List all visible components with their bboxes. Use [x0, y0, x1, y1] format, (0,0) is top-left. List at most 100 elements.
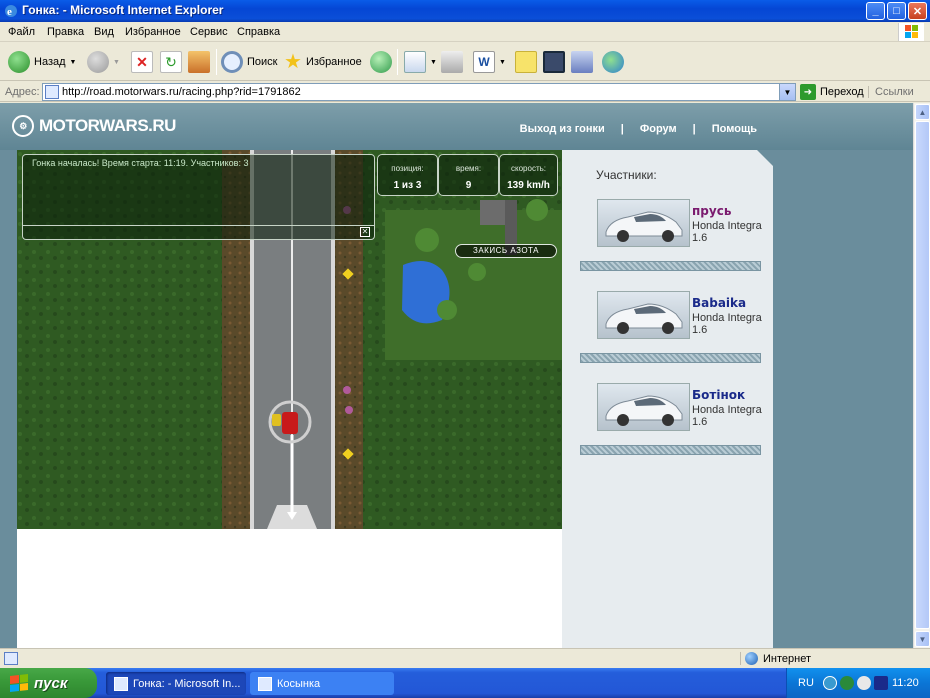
speed-label: скорость:	[511, 164, 546, 173]
nav-separator: |	[692, 123, 696, 135]
research-button[interactable]	[571, 50, 593, 74]
address-label: Адрес:	[5, 86, 40, 98]
back-label: Назад	[34, 56, 66, 68]
chevron-down-icon: ▼	[113, 58, 120, 66]
content-blank-area	[17, 529, 562, 648]
taskbar-item-ie[interactable]: Гонка: - Microsoft In...	[106, 672, 246, 695]
antivirus-icon[interactable]	[840, 676, 854, 690]
chat-divider	[23, 225, 374, 226]
menu-file[interactable]: Файл	[8, 26, 35, 38]
page-icon	[45, 85, 59, 99]
favorites-button[interactable]: ★ Избранное	[284, 50, 362, 74]
window-title-bar[interactable]: e Гонка: - Microsoft Internet Explorer _…	[0, 0, 930, 22]
menu-favorites[interactable]: Избранное	[125, 26, 181, 38]
participant-car-model: Honda Integra 1.6	[692, 404, 762, 428]
nav-help[interactable]: Помощь	[712, 123, 757, 135]
menu-view[interactable]: Вид	[94, 26, 114, 38]
page-status-icon	[4, 652, 18, 665]
speed-stat: скорость: 139 km/h	[499, 154, 558, 196]
stop-button[interactable]: ✕	[131, 50, 153, 74]
participant-divider	[580, 445, 761, 455]
windows-flag-icon	[10, 674, 28, 692]
minimize-button[interactable]: _	[866, 2, 885, 20]
participants-title: Участники:	[596, 168, 657, 182]
forward-button[interactable]: ▼	[87, 50, 120, 74]
maximize-button[interactable]: □	[887, 2, 906, 20]
race-chat-panel: Гонка началась! Время старта: 11:19. Уча…	[22, 154, 375, 240]
search-button[interactable]: Поиск	[221, 50, 277, 74]
start-button[interactable]: пуск	[0, 668, 97, 698]
page-viewport: ⚙ MOTORWARS.RU Выход из гонки | Форум | …	[0, 103, 913, 648]
menu-help[interactable]: Справка	[237, 26, 280, 38]
car-thumbnail	[597, 291, 690, 339]
print-button[interactable]	[441, 50, 463, 74]
discuss-button[interactable]	[515, 50, 537, 74]
panel-corner-notch	[757, 150, 773, 166]
time-label: время:	[455, 164, 482, 173]
scroll-down-icon[interactable]: ▼	[915, 631, 930, 647]
go-button[interactable]: ➜ Переход	[800, 84, 864, 100]
word-icon: W	[473, 51, 495, 73]
race-game-canvas[interactable]: Гонка началась! Время старта: 11:19. Уча…	[17, 150, 562, 529]
car-thumbnail	[597, 383, 690, 431]
globe-icon	[745, 652, 758, 665]
refresh-button[interactable]: ↻	[160, 50, 182, 74]
nav-exit-race[interactable]: Выход из гонки	[520, 123, 605, 135]
edit-button[interactable]: W ▼	[473, 50, 506, 74]
home-button[interactable]	[188, 50, 210, 74]
go-label: Переход	[820, 86, 864, 98]
media-button[interactable]	[543, 50, 565, 74]
participant-name[interactable]: Ботiнок	[692, 388, 745, 402]
windows-logo-icon	[898, 23, 924, 41]
logo-wheel-icon: ⚙	[12, 115, 34, 137]
window-title: Гонка: - Microsoft Internet Explorer	[22, 3, 224, 17]
language-indicator[interactable]: RU	[798, 677, 814, 689]
chevron-down-icon[interactable]: ▼	[779, 84, 795, 100]
mail-icon	[404, 51, 426, 73]
menu-tools[interactable]: Сервис	[190, 26, 228, 38]
status-bar: Интернет	[0, 648, 930, 668]
vertical-scrollbar[interactable]: ▲ ▼	[913, 103, 930, 648]
participant-divider	[580, 353, 761, 363]
clock: 11:20	[892, 677, 919, 689]
mail-button[interactable]: ▼	[404, 50, 437, 74]
close-icon[interactable]: ✕	[360, 227, 370, 237]
history-button[interactable]	[370, 50, 392, 74]
time-value: 9	[465, 180, 472, 191]
participant-name[interactable]: прусь	[692, 204, 731, 218]
taskbar: пуск Гонка: - Microsoft In... Косынка RU…	[0, 668, 930, 698]
messenger-icon[interactable]	[857, 676, 871, 690]
participant-card: Babaika Honda Integra 1.6	[597, 291, 767, 343]
participant-divider	[580, 261, 761, 271]
forward-arrow-icon	[87, 51, 109, 73]
zone-label: Интернет	[763, 652, 811, 665]
back-button[interactable]: Назад ▼	[8, 50, 76, 74]
nitro-button[interactable]: ЗАКИСЬ АЗОТА	[455, 244, 557, 258]
car-thumbnail	[597, 199, 690, 247]
links-button[interactable]: Ссылки	[868, 86, 914, 98]
internet-explorer-icon	[114, 676, 128, 691]
address-bar: Адрес: http://road.motorwars.ru/racing.p…	[0, 82, 930, 102]
participant-car-model: Honda Integra 1.6	[692, 312, 762, 336]
menu-edit[interactable]: Правка	[47, 26, 84, 38]
address-input[interactable]: http://road.motorwars.ru/racing.php?rid=…	[42, 83, 796, 101]
scroll-thumb[interactable]	[915, 121, 930, 629]
stop-icon: ✕	[131, 51, 153, 73]
site-logo[interactable]: ⚙ MOTORWARS.RU	[12, 115, 176, 137]
participant-name[interactable]: Babaika	[692, 296, 746, 310]
scroll-up-icon[interactable]: ▲	[915, 104, 930, 120]
taskbar-item-solitaire[interactable]: Косынка	[250, 672, 394, 695]
network-icon[interactable]	[823, 676, 837, 690]
site-nav: Выход из гонки | Форум | Помощь	[520, 123, 757, 135]
race-start-message: Гонка началась! Время старта: 11:19. Уча…	[32, 158, 249, 168]
site-header: ⚙ MOTORWARS.RU Выход из гонки | Форум | …	[0, 103, 913, 150]
svg-text:e: e	[7, 6, 12, 18]
close-button[interactable]: ✕	[908, 2, 927, 20]
toolbar: Назад ▼ ▼ ✕ ↻ Поиск ★ Избранное ▼ W ▼	[0, 43, 930, 81]
favorites-label: Избранное	[305, 56, 362, 68]
media-player-icon[interactable]	[874, 676, 888, 690]
nav-forum[interactable]: Форум	[640, 123, 677, 135]
address-url: http://road.motorwars.ru/racing.php?rid=…	[62, 86, 301, 98]
refresh-icon: ↻	[160, 51, 182, 73]
messenger-button[interactable]	[602, 50, 624, 74]
